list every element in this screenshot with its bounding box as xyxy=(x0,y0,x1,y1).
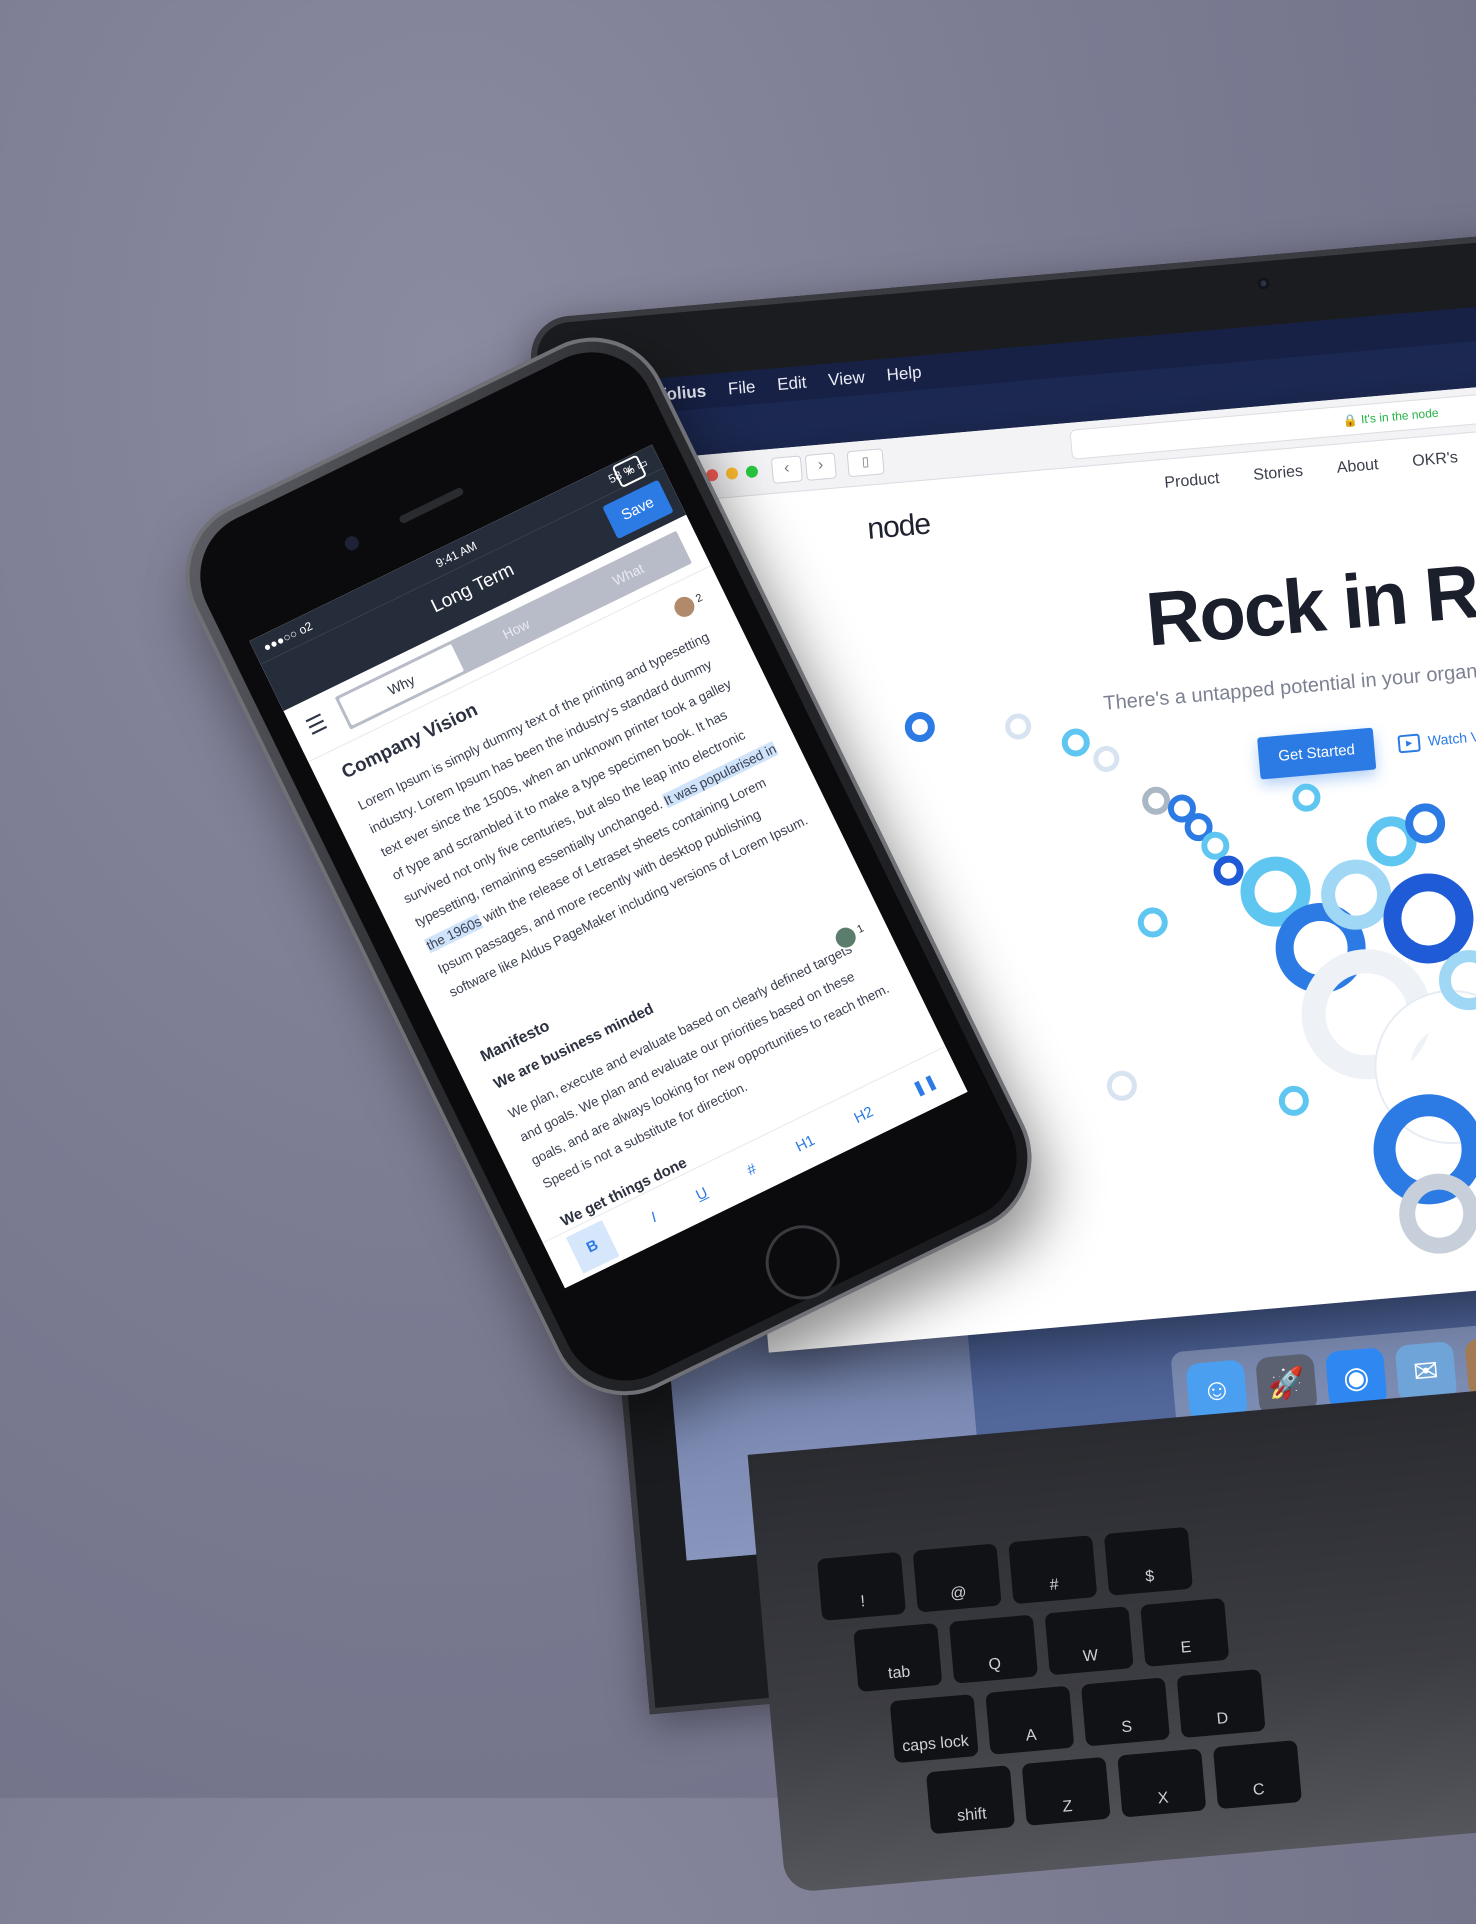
lock-icon: 🔒 xyxy=(1342,412,1362,428)
watch-video-link[interactable]: ▶ Watch Video xyxy=(1397,726,1476,754)
forward-icon[interactable]: › xyxy=(804,452,837,481)
mac-menubar: Portfolius File Edit View Help xyxy=(583,276,1476,419)
nav-arrows: ‹ › xyxy=(770,452,837,484)
key[interactable]: tab xyxy=(853,1622,943,1693)
window-controls xyxy=(705,465,759,482)
maximize-icon[interactable] xyxy=(745,465,759,479)
key[interactable]: A xyxy=(985,1685,1075,1755)
h1-button[interactable]: H1 xyxy=(793,1131,818,1155)
key[interactable]: ! xyxy=(816,1551,907,1621)
menu-edit[interactable]: Edit xyxy=(776,373,807,395)
key[interactable]: Z xyxy=(1021,1756,1111,1826)
quote-button[interactable]: ❚❚ xyxy=(910,1071,940,1098)
key[interactable]: C xyxy=(1212,1740,1302,1810)
key[interactable]: D xyxy=(1176,1668,1266,1739)
key[interactable]: $ xyxy=(1103,1526,1193,1596)
nav-okrs[interactable]: OKR's xyxy=(1412,449,1459,471)
play-icon: ▶ xyxy=(1397,733,1421,754)
key[interactable]: E xyxy=(1140,1597,1230,1667)
address-bar[interactable]: 🔒 It's in the node xyxy=(1069,373,1476,460)
hero-subtitle: There's a untapped potential in your org… xyxy=(1102,655,1476,715)
menu-view[interactable]: View xyxy=(827,368,865,391)
watch-video-label: Watch Video xyxy=(1427,725,1476,749)
camera-icon xyxy=(1256,276,1270,290)
sidebar-toggle-icon[interactable]: ▯ xyxy=(846,448,885,478)
site-logo[interactable]: node xyxy=(866,507,931,546)
key[interactable]: S xyxy=(1080,1677,1170,1747)
contacts-icon[interactable]: ☻ xyxy=(1464,1334,1476,1398)
nav-about[interactable]: About xyxy=(1336,456,1379,478)
key[interactable]: Q xyxy=(948,1614,1039,1684)
back-icon[interactable]: ‹ xyxy=(770,455,803,484)
menu-file[interactable]: File xyxy=(727,377,756,399)
speaker-icon xyxy=(398,486,465,525)
key[interactable]: shift xyxy=(925,1765,1016,1835)
hash-button[interactable]: # xyxy=(744,1160,759,1179)
italic-button[interactable]: I xyxy=(648,1209,659,1226)
front-camera-icon xyxy=(342,533,362,553)
menu-help[interactable]: Help xyxy=(886,363,923,386)
nav-product[interactable]: Product xyxy=(1164,470,1220,493)
key[interactable]: W xyxy=(1044,1606,1134,1676)
h2-button[interactable]: H2 xyxy=(851,1103,876,1127)
get-started-button[interactable]: Get Started xyxy=(1257,727,1377,780)
url-text: It's in the node xyxy=(1360,405,1440,427)
outline-list-icon[interactable]: ☰ xyxy=(302,706,337,741)
hero-title: Rock in Role xyxy=(1142,540,1476,663)
key[interactable]: X xyxy=(1117,1748,1207,1818)
minimize-icon[interactable] xyxy=(725,466,739,480)
nav-stories[interactable]: Stories xyxy=(1253,463,1304,485)
key[interactable]: @ xyxy=(912,1543,1002,1613)
key[interactable]: # xyxy=(1008,1535,1098,1605)
underline-button[interactable]: U xyxy=(693,1184,710,1204)
key[interactable]: caps lock xyxy=(889,1694,979,1764)
